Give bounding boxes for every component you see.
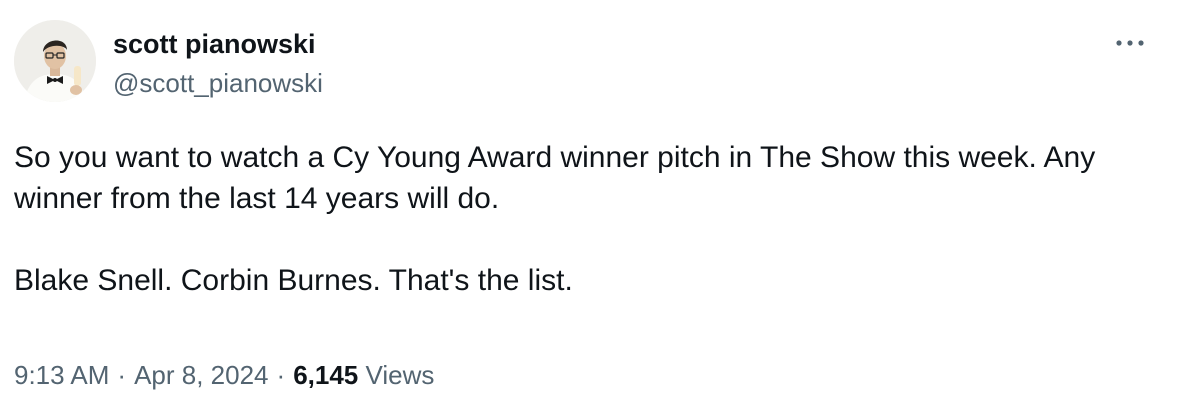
tweet-paragraph-1: So you want to watch a Cy Young Award wi…: [14, 141, 1096, 215]
views-count: 6,145: [293, 360, 359, 390]
meta-separator: ·: [276, 360, 286, 390]
tweet-paragraph-2: Blake Snell. Corbin Burnes. That's the l…: [14, 264, 573, 297]
tweet-meta: 9:13 AM · Apr 8, 2024 · 6,145 Views: [14, 358, 434, 392]
tweet-time[interactable]: 9:13 AM: [14, 360, 109, 390]
author-display-name[interactable]: scott pianowski: [113, 28, 323, 60]
author-handle[interactable]: @scott_pianowski: [113, 68, 323, 98]
more-options-button[interactable]: [1108, 28, 1152, 58]
tweet-text: So you want to watch a Cy Young Award wi…: [14, 137, 1164, 301]
meta-separator: ·: [117, 360, 127, 390]
avatar-photo: [14, 20, 96, 102]
more-horizontal-icon: [1116, 40, 1144, 46]
views-label: Views: [365, 360, 435, 390]
author-avatar[interactable]: [14, 20, 96, 102]
tweet-card: scott pianowski @scott_pianowski So you …: [0, 0, 1188, 410]
tweet-date[interactable]: Apr 8, 2024: [134, 360, 268, 390]
author-name-block: scott pianowski @scott_pianowski: [113, 28, 323, 98]
